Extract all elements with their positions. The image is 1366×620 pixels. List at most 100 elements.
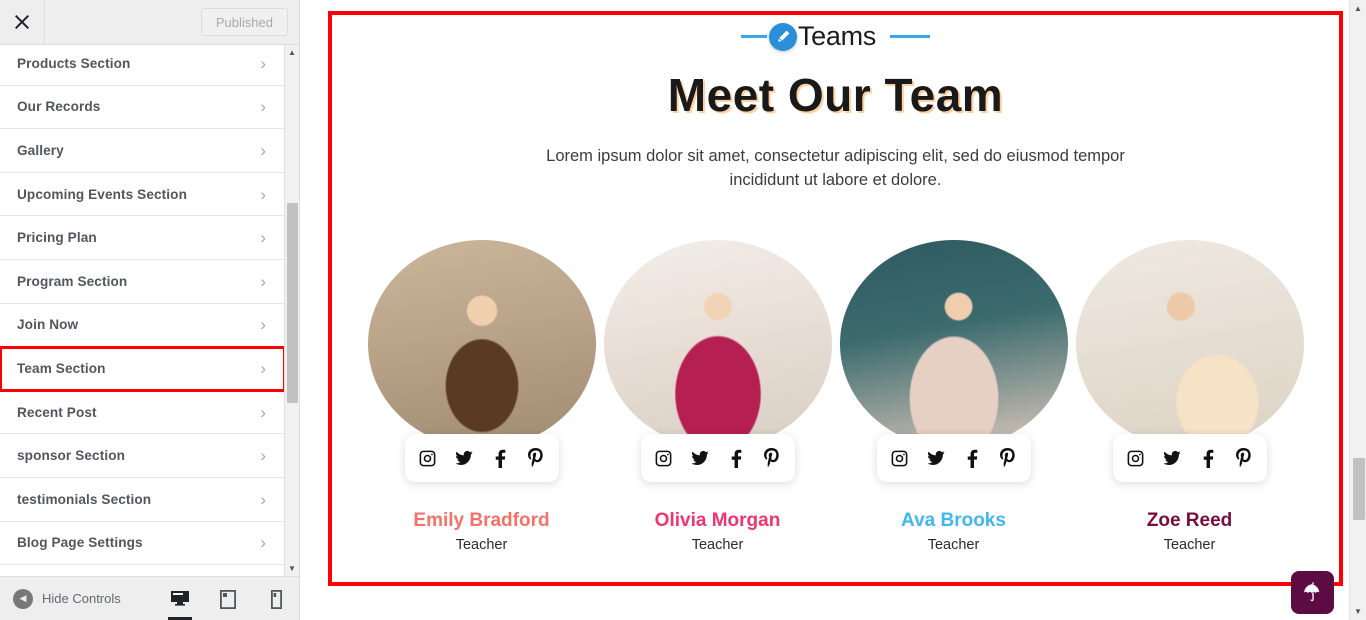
sidebar-item-upcoming-events-section[interactable]: Upcoming Events Section › xyxy=(0,172,285,217)
chevron-right-icon: › xyxy=(260,228,266,248)
floating-umbrella-button[interactable] xyxy=(1291,571,1334,614)
pinterest-icon[interactable] xyxy=(762,448,782,468)
chevron-right-icon: › xyxy=(260,97,266,117)
app-root: Published Products Section › Our Records › G… xyxy=(0,0,1366,620)
team-member-card: Emily Bradford Teacher xyxy=(364,240,600,553)
published-button[interactable]: Published xyxy=(200,8,288,36)
scroll-down-arrow[interactable]: ▼ xyxy=(285,561,299,576)
sections-scroll-area: Products Section › Our Records › Gallery › Upc… xyxy=(0,45,285,572)
member-name: Zoe Reed xyxy=(1146,510,1233,531)
chevron-right-icon: › xyxy=(260,184,266,204)
member-photo-wrapper xyxy=(603,240,832,482)
instagram-icon[interactable] xyxy=(418,448,438,468)
customizer-panel: Published Products Section › Our Records › G… xyxy=(0,0,300,620)
customizer-topbar: Published xyxy=(0,0,299,45)
badge-dash-left xyxy=(740,35,767,38)
collapse-left-icon: ◀ xyxy=(13,588,33,609)
device-desktop-button[interactable] xyxy=(167,577,193,620)
member-photo-wrapper xyxy=(839,240,1068,482)
sidebar-item-gallery[interactable]: Gallery › xyxy=(0,129,285,173)
sidebar-item-our-records[interactable]: Our Records › xyxy=(0,85,285,130)
chevron-right-icon: › xyxy=(260,140,266,160)
window-scroll-down-arrow[interactable]: ▼ xyxy=(1350,603,1366,620)
window-scroll-up-arrow[interactable]: ▲ xyxy=(1350,0,1366,17)
sidebar-item-testimonials-section[interactable]: testimonials Section › xyxy=(0,477,285,522)
chevron-right-icon: › xyxy=(260,271,266,291)
tablet-icon xyxy=(220,589,236,609)
team-member-card: Zoe Reed Teacher xyxy=(1072,240,1308,553)
sidebar-item-blog-page-settings[interactable]: Blog Page Settings › xyxy=(0,521,285,566)
pencil-edit-icon xyxy=(768,22,797,51)
customizer-sections-list: Products Section › Our Records › Gallery › Upc… xyxy=(0,45,299,576)
section-badge: Teams xyxy=(328,21,1343,52)
facebook-icon[interactable] xyxy=(962,448,982,468)
close-icon[interactable] xyxy=(0,0,45,44)
member-role: Teacher xyxy=(927,537,980,553)
pinterest-icon[interactable] xyxy=(998,448,1018,468)
sidebar-item-join-now[interactable]: Join Now › xyxy=(0,303,285,348)
close-glyph xyxy=(15,15,29,29)
hide-controls-button[interactable]: ◀ Hide Controls xyxy=(0,588,121,609)
chevron-right-icon: › xyxy=(260,533,266,553)
chevron-right-icon: › xyxy=(260,446,266,466)
sidebar-item-recent-post[interactable]: Recent Post › xyxy=(0,390,285,435)
member-photo-image xyxy=(1075,240,1304,448)
sidebar-item-label: Upcoming Events Section xyxy=(17,186,187,202)
device-tablet-button[interactable] xyxy=(215,577,241,620)
sidebar-item-program-section[interactable]: Program Section › xyxy=(0,259,285,304)
sidebar-item-pricing-plan[interactable]: Pricing Plan › xyxy=(0,216,285,260)
member-role: Teacher xyxy=(691,537,744,553)
facebook-icon[interactable] xyxy=(726,448,746,468)
sidebar-item-products-section[interactable]: Products Section › xyxy=(0,45,285,86)
member-photo xyxy=(603,240,832,448)
member-photo-wrapper xyxy=(1075,240,1304,482)
facebook-icon[interactable] xyxy=(1198,448,1218,468)
member-role: Teacher xyxy=(455,537,508,553)
instagram-icon[interactable] xyxy=(890,448,910,468)
member-social-links xyxy=(404,434,559,482)
member-social-links xyxy=(640,434,795,482)
chevron-right-icon: › xyxy=(260,53,266,73)
sidebar-item-label: Team Section xyxy=(17,360,106,376)
sidebar-item-label: Blog Page Settings xyxy=(17,535,143,551)
umbrella-icon xyxy=(1303,581,1319,601)
sidebar-item-label: Our Records xyxy=(17,99,101,115)
sidebar-item-label: Products Section xyxy=(17,55,131,71)
instagram-icon[interactable] xyxy=(1126,448,1146,468)
sidebar-item-label: sponsor Section xyxy=(17,448,125,464)
sidebar-item-label: testimonials Section xyxy=(17,491,152,507)
pinterest-icon[interactable] xyxy=(526,448,546,468)
member-name: Olivia Morgan xyxy=(654,510,781,531)
twitter-icon[interactable] xyxy=(454,448,474,468)
window-scrollbar[interactable]: ▲ ▼ xyxy=(1349,0,1366,620)
device-preview-switcher xyxy=(167,577,289,620)
member-name: Emily Bradford xyxy=(413,510,550,531)
pencil-glyph xyxy=(778,30,790,42)
scroll-up-arrow[interactable]: ▲ xyxy=(285,45,299,60)
member-photo xyxy=(367,240,596,448)
team-member-card: Olivia Morgan Teacher xyxy=(600,240,836,553)
sidebar-item-sponsor-section[interactable]: sponsor Section › xyxy=(0,434,285,478)
twitter-icon[interactable] xyxy=(926,448,946,468)
twitter-icon[interactable] xyxy=(1162,448,1182,468)
instagram-icon[interactable] xyxy=(654,448,674,468)
sidebar-item-label: Join Now xyxy=(17,317,79,333)
twitter-icon[interactable] xyxy=(690,448,710,468)
sidebar-item-team-section[interactable]: Team Section › xyxy=(0,346,285,392)
pinterest-icon[interactable] xyxy=(1234,448,1254,468)
sidebar-scrollbar-thumb[interactable] xyxy=(287,203,298,403)
chevron-right-icon: › xyxy=(260,402,266,422)
page-title: Meet Our Team xyxy=(667,69,1004,121)
sidebar-item-label: Gallery xyxy=(17,142,64,158)
section-badge-text: Teams xyxy=(797,21,877,51)
chevron-right-icon: › xyxy=(260,315,266,335)
member-photo xyxy=(1075,240,1304,448)
device-mobile-button[interactable] xyxy=(263,577,289,620)
facebook-icon[interactable] xyxy=(490,448,510,468)
team-members-grid: Emily Bradford Teacher Olivia Morgan Teache… xyxy=(328,240,1343,553)
sidebar-scrollbar[interactable]: ▲ ▼ xyxy=(284,45,299,576)
window-scrollbar-thumb[interactable] xyxy=(1353,458,1365,520)
sidebar-item-label: Recent Post xyxy=(17,404,97,420)
member-name: Ava Brooks xyxy=(901,510,1006,531)
mobile-icon xyxy=(270,589,282,609)
